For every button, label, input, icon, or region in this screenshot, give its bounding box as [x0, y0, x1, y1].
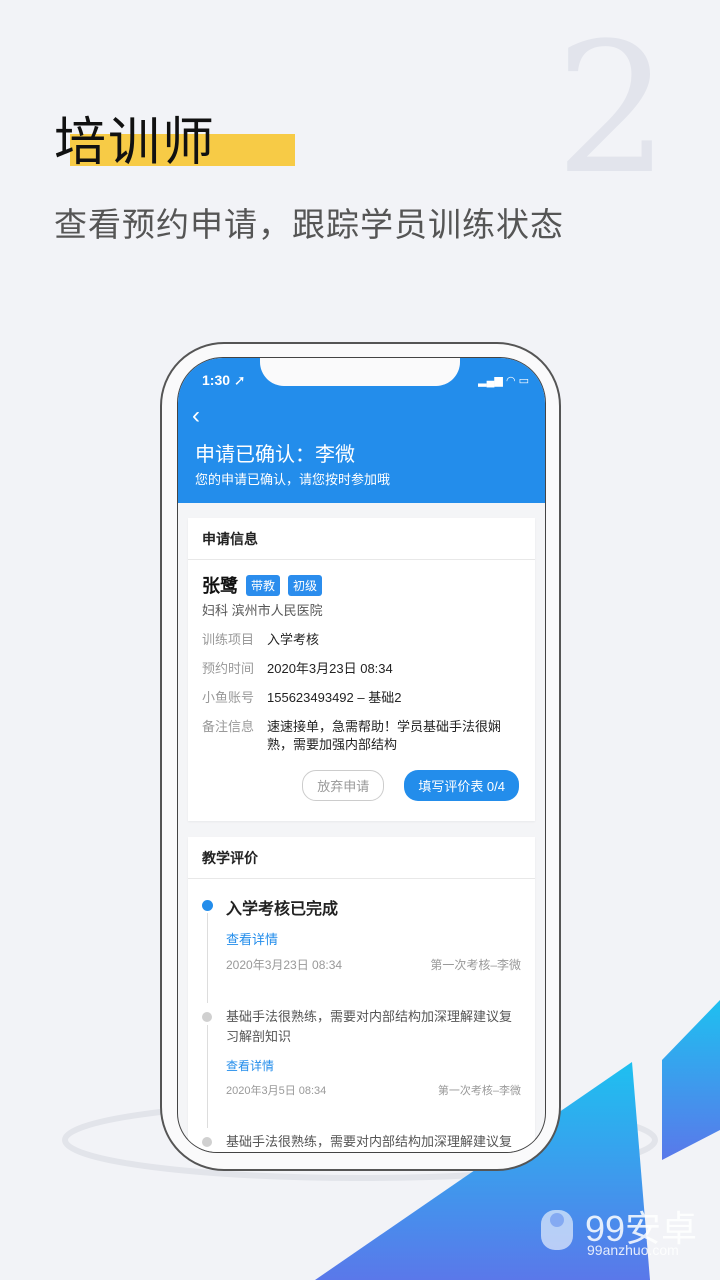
info-row: 训练项目 入学考核: [202, 632, 320, 647]
status-icons: ▂▄▆ ◠ ▭: [478, 375, 529, 387]
timeline-item: 基础手法很熟练，需要对内部结构加深理解建议复习解剖知识: [202, 1132, 521, 1152]
eval-card: 教学评价 入学考核已完成 查看详情 2020年3月23日 08:34 第一次考核–…: [188, 837, 535, 1152]
timeline-item: 入学考核已完成 查看详情 2020年3月23日 08:34 第一次考核–李微: [202, 895, 521, 1007]
fill-evaluation-button[interactable]: 填写评价表 0/4: [404, 770, 519, 801]
timeline-dot-icon: [202, 1137, 212, 1147]
promo-title: 培训师: [54, 114, 217, 172]
view-details-link[interactable]: 查看详情: [226, 1057, 521, 1074]
page-title: 申请已确认：李微: [195, 444, 355, 466]
info-row: 备注信息 速速接单，急需帮助！学员基础手法很娴熟，需要加强内部结构: [202, 719, 502, 752]
timeline-dot-icon: [202, 900, 213, 911]
section-title: 教学评价: [188, 837, 535, 879]
promo-subtitle: 查看预约申请，跟踪学员训练状态: [54, 206, 564, 243]
view-details-link[interactable]: 查看详情: [226, 929, 521, 948]
section-title: 申请信息: [188, 518, 535, 560]
status-time: 1:30 ➚: [202, 372, 246, 388]
mascot-logo-icon: [541, 1210, 573, 1250]
info-row: 预约时间 2020年3月23日 08:34: [202, 661, 393, 676]
notch: [260, 358, 460, 386]
tag: 初级: [288, 574, 323, 596]
abandon-button[interactable]: 放弃申请: [302, 770, 385, 801]
step-number: 2: [555, 5, 670, 214]
page-subtitle: 您的申请已确认，请您按时参加哦: [195, 472, 391, 487]
apply-card: 申请信息 张鹭 带教 初级 妇科 滨州市人民医院 训练项目 入学考核 预约时间 20…: [188, 518, 535, 821]
watermark: 99安卓 99anzhuo.com: [535, 1200, 697, 1261]
student-name: 张鹭: [202, 576, 238, 596]
phone-screen: 1:30 ➚ ▂▄▆ ◠ ▭ ‹ 申请已确认：李微 您的申请已确认，请您按时参加…: [177, 357, 546, 1153]
timeline-dot-icon: [202, 1012, 212, 1022]
info-row: 小鱼账号 155623493492 – 基础2: [202, 690, 402, 705]
timeline-item: 基础手法很熟练，需要对内部结构加深理解建议复习解剖知识 查看详情 2020年3月…: [202, 1007, 521, 1132]
tag: 带教: [246, 574, 281, 596]
dept: 妇科 滨州市人民医院: [202, 603, 323, 618]
header: 1:30 ➚ ▂▄▆ ◠ ▭ ‹ 申请已确认：李微 您的申请已确认，请您按时参加…: [178, 358, 545, 503]
back-icon[interactable]: ‹: [192, 402, 200, 430]
